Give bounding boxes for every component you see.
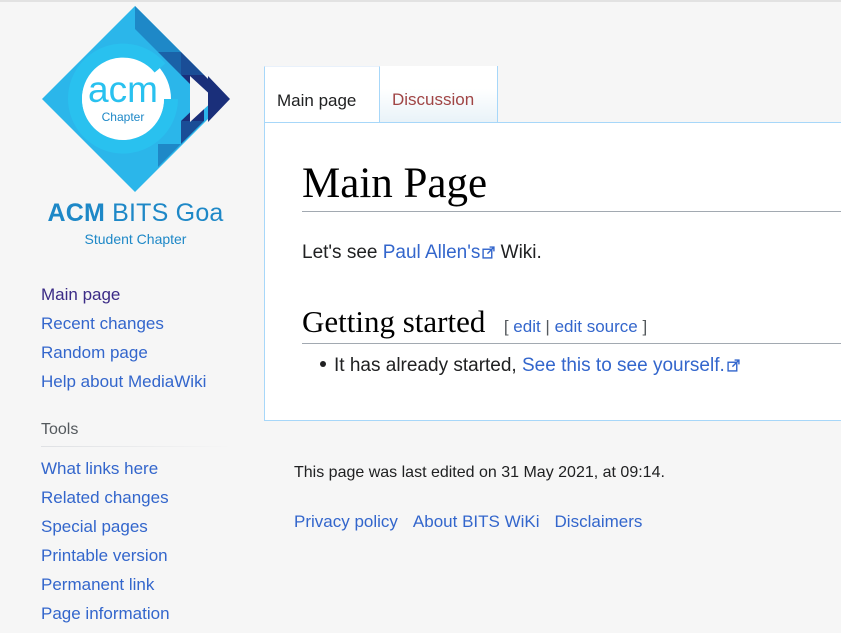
external-link-icon: [482, 246, 495, 260]
chapter-text: Chapter: [102, 110, 145, 124]
footer-link-disclaimers[interactable]: Disclaimers: [555, 512, 643, 531]
sidebar-item-related-changes: Related changes: [41, 488, 170, 517]
intro-text-after: Wiki.: [495, 242, 542, 263]
edit-link[interactable]: edit: [513, 317, 540, 336]
footer-link-about[interactable]: About BITS WiKi: [413, 512, 540, 531]
sidebar-item-random-page: Random page: [41, 343, 206, 372]
list-item: It has already started, See this to see …: [320, 354, 740, 378]
sidebar-navigation: Main page Recent changes Random page Hel…: [41, 285, 206, 401]
intro-paragraph: Let's see Paul Allen's Wiki.: [302, 241, 542, 265]
tab-main-page[interactable]: Main page: [264, 66, 380, 123]
edit-source-link[interactable]: edit source: [555, 317, 638, 336]
page-title: Main Page: [302, 159, 841, 212]
sidebar-item-printable-version: Printable version: [41, 546, 170, 575]
sidebar-item-help: Help about MediaWiki: [41, 372, 206, 401]
acm-diamond-logo-icon: acm Chapter: [42, 6, 230, 192]
sidebar-link-page-information[interactable]: Page information: [41, 604, 170, 623]
intro-text-before: Let's see: [302, 242, 383, 263]
tools-heading: Tools: [41, 421, 233, 447]
acm-text: acm: [88, 69, 158, 110]
sidebar-link-related-changes[interactable]: Related changes: [41, 488, 169, 507]
sidebar-item-main-page: Main page: [41, 285, 206, 314]
tab-discussion-label: Discussion: [392, 90, 475, 109]
external-link-paul-allen[interactable]: Paul Allen's: [383, 242, 496, 263]
section-heading-getting-started: Getting started [ edit | edit source ]: [302, 303, 841, 344]
top-border: [0, 0, 841, 2]
sidebar-link-help[interactable]: Help about MediaWiki: [41, 372, 206, 391]
edit-section-links: [ edit | edit source ]: [503, 317, 648, 336]
sidebar-link-special-pages[interactable]: Special pages: [41, 517, 148, 536]
sidebar-tools: What links here Related changes Special …: [41, 459, 170, 633]
sidebar-link-permanent-link[interactable]: Permanent link: [41, 575, 154, 594]
bullet-list: It has already started, See this to see …: [320, 354, 740, 378]
sidebar-item-permanent-link: Permanent link: [41, 575, 170, 604]
external-link-icon: [727, 359, 740, 373]
sidebar-link-main-page[interactable]: Main page: [41, 285, 120, 304]
sidebar-link-what-links-here[interactable]: What links here: [41, 459, 158, 478]
tab-discussion[interactable]: Discussion: [380, 66, 498, 123]
sidebar-item-recent-changes: Recent changes: [41, 314, 206, 343]
logo-subtitle: Student Chapter: [84, 231, 187, 247]
sidebar-link-random-page[interactable]: Random page: [41, 343, 148, 362]
site-logo[interactable]: acm Chapter ACM BITS Goa Student Chapter: [28, 4, 240, 252]
section-title: Getting started: [302, 304, 486, 339]
last-modified: This page was last edited on 31 May 2021…: [294, 464, 665, 481]
external-link-see-yourself[interactable]: See this to see yourself.: [522, 355, 740, 376]
sidebar-item-special-pages: Special pages: [41, 517, 170, 546]
footer-links: Privacy policy About BITS WiKi Disclaimers: [294, 512, 657, 532]
sidebar-item-page-information: Page information: [41, 604, 170, 633]
content-area: Main Page Let's see Paul Allen's Wiki. G…: [264, 122, 841, 421]
sidebar-link-recent-changes[interactable]: Recent changes: [41, 314, 164, 333]
footer-link-privacy[interactable]: Privacy policy: [294, 512, 398, 531]
tab-main-page-label: Main page: [277, 91, 357, 110]
logo-title: ACM BITS Goa: [47, 199, 224, 227]
sidebar-link-printable-version[interactable]: Printable version: [41, 546, 168, 565]
sidebar-item-what-links-here: What links here: [41, 459, 170, 488]
